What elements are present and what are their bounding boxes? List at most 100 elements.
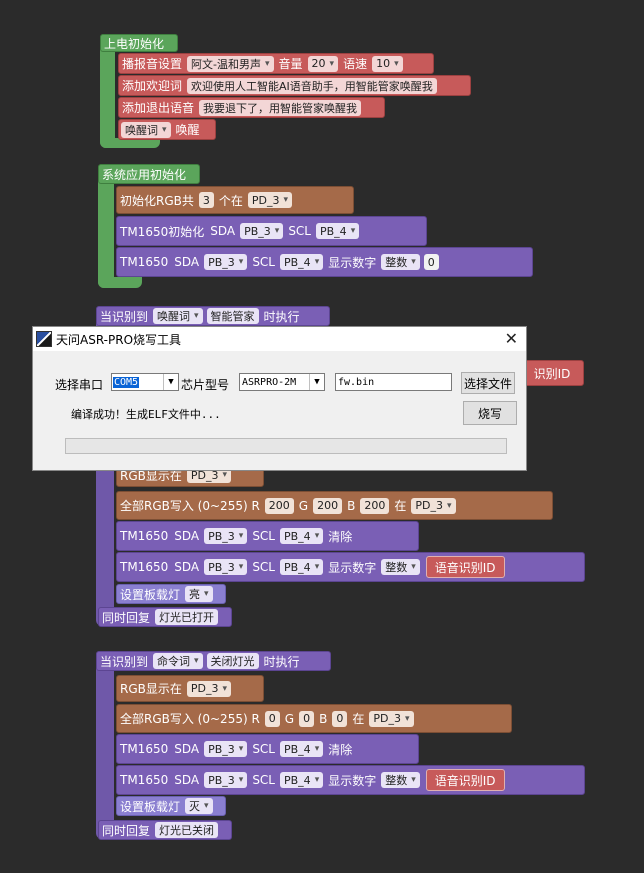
exit-voice-block[interactable]: 添加退出语音 我要退下了，用智能管家唤醒我 xyxy=(118,97,385,118)
sda-pin-dropdown[interactable]: PB_3 xyxy=(204,559,248,575)
power-on-init-hat[interactable]: 上电初始化 xyxy=(100,34,178,52)
r-field[interactable]: 0 xyxy=(264,710,280,727)
volume-dropdown[interactable]: 20 xyxy=(307,55,339,72)
hat-label: 上电初始化 xyxy=(104,36,165,51)
b-field[interactable]: 0 xyxy=(332,710,348,727)
sda-pin-dropdown[interactable]: PB_3 xyxy=(204,741,248,757)
wake-word-field[interactable]: 智能管家 xyxy=(206,308,259,324)
format-dropdown[interactable]: 整数 xyxy=(381,559,420,575)
tm1650-display-block[interactable]: TM1650 SDA PB_3 SCL PB_4 显示数字 整数 0 xyxy=(116,247,533,277)
port-select[interactable]: COM5 ▼ xyxy=(111,373,179,391)
burn-button[interactable]: 烧写 xyxy=(463,401,517,425)
volume-label: 音量 xyxy=(278,57,303,71)
progress-bar xyxy=(65,438,507,454)
g-field[interactable]: 0 xyxy=(299,710,315,727)
scl-label: SCL xyxy=(252,742,275,756)
hat-label: 系统应用初始化 xyxy=(102,167,187,182)
speed-dropdown[interactable]: 10 xyxy=(372,55,403,72)
voice-settings-block[interactable]: 播报音设置 阿文-温和男声 音量 20 语速 10 xyxy=(118,53,434,74)
chevron-down-icon[interactable]: ▼ xyxy=(309,374,324,390)
block-label: 同时回复 xyxy=(102,823,151,838)
scl-pin-dropdown[interactable]: PB_4 xyxy=(280,772,324,788)
tm1650-show-id-block[interactable]: TM1650 SDA PB_3 SCL PB_4 显示数字 整数 语音识别ID xyxy=(116,765,585,795)
rgb-count-field[interactable]: 3 xyxy=(198,192,214,208)
sda-label: SDA xyxy=(210,224,236,238)
recognition-id-slot[interactable]: 识别ID xyxy=(520,360,584,386)
reply-block[interactable]: 同时回复 灯光已关闭 xyxy=(98,820,232,840)
app-icon xyxy=(36,331,52,347)
welcome-block[interactable]: 添加欢迎词 欢迎使用人工智能AI语音助手，用智能管家唤醒我 xyxy=(118,75,471,96)
rgb-show-block[interactable]: RGB显示在 PD_3 xyxy=(116,675,264,702)
exit-text-field[interactable]: 我要退下了，用智能管家唤醒我 xyxy=(199,99,362,116)
format-dropdown[interactable]: 整数 xyxy=(381,254,420,270)
word-kind-dropdown[interactable]: 唤醒词 xyxy=(153,308,203,324)
dialog-titlebar[interactable]: 天问ASR-PRO烧写工具 ✕ xyxy=(33,327,526,351)
display-value-field[interactable]: 0 xyxy=(423,254,439,270)
chip-select[interactable]: ASRPRO-2M ▼ xyxy=(239,373,325,391)
tm1650-clear-block[interactable]: TM1650 SDA PB_3 SCL PB_4 清除 xyxy=(116,521,419,551)
hat-label: 当识别到 xyxy=(100,654,149,669)
block-label: RGB显示在 xyxy=(120,682,182,696)
chip-label: 芯片型号 xyxy=(181,378,230,392)
wake-text: 唤醒 xyxy=(175,123,200,137)
block-label: 全部RGB写入 (0~255) R xyxy=(120,712,260,726)
tm1650-clear-block[interactable]: TM1650 SDA PB_3 SCL PB_4 清除 xyxy=(116,734,419,764)
close-icon[interactable]: ✕ xyxy=(505,329,518,348)
scl-label: SCL xyxy=(252,560,275,574)
chevron-down-icon[interactable]: ▼ xyxy=(163,374,178,390)
voice-dropdown[interactable]: 阿文-温和男声 xyxy=(187,55,274,72)
slot-label: 识别ID xyxy=(533,366,571,381)
onboard-led-block[interactable]: 设置板载灯 灭 xyxy=(116,796,226,816)
init-rgb-block[interactable]: 初始化RGB共 3 个在 PD_3 xyxy=(116,186,354,214)
rgb-write-all-block[interactable]: 全部RGB写入 (0~255) R 0 G 0 B 0 在 PD_3 xyxy=(116,704,512,733)
port-value: COM5 xyxy=(113,376,140,388)
g-field[interactable]: 200 xyxy=(313,497,343,514)
sda-label: SDA xyxy=(174,773,200,787)
b-field[interactable]: 200 xyxy=(360,497,390,514)
led-state-dropdown[interactable]: 灭 xyxy=(185,798,213,814)
pin-dropdown[interactable]: PD_3 xyxy=(186,680,232,697)
show-number-label: 显示数字 xyxy=(328,560,377,575)
scl-pin-dropdown[interactable]: PB_4 xyxy=(280,559,324,575)
format-dropdown[interactable]: 整数 xyxy=(381,772,420,788)
onboard-led-block[interactable]: 设置板载灯 亮 xyxy=(116,584,226,604)
pin-dropdown[interactable]: PD_3 xyxy=(247,192,293,208)
welcome-text-field[interactable]: 欢迎使用人工智能AI语音助手，用智能管家唤醒我 xyxy=(187,77,437,94)
led-state-dropdown[interactable]: 亮 xyxy=(185,586,213,602)
pin-dropdown[interactable]: PD_3 xyxy=(369,710,414,727)
pin-dropdown[interactable]: PD_3 xyxy=(411,497,456,514)
word-kind-dropdown[interactable]: 命令词 xyxy=(153,653,203,669)
scl-pin-dropdown[interactable]: PB_4 xyxy=(316,223,360,239)
r-field[interactable]: 200 xyxy=(264,497,294,514)
tm1650-show-id-block[interactable]: TM1650 SDA PB_3 SCL PB_4 显示数字 整数 语音识别ID xyxy=(116,552,585,582)
word-type-dropdown[interactable]: 唤醒词 xyxy=(121,121,171,138)
sda-label: SDA xyxy=(174,560,200,574)
scl-pin-dropdown[interactable]: PB_4 xyxy=(280,528,324,544)
speed-label: 语速 xyxy=(343,57,368,71)
sda-pin-dropdown[interactable]: PB_3 xyxy=(240,223,284,239)
scl-pin-dropdown[interactable]: PB_4 xyxy=(280,254,324,270)
voice-recognition-id-slot[interactable]: 语音识别ID xyxy=(425,556,505,578)
reply-block[interactable]: 同时回复 灯光已打开 xyxy=(98,607,232,627)
rgb-write-all-block[interactable]: 全部RGB写入 (0~255) R 200 G 200 B 200 在 PD_3 xyxy=(116,491,553,520)
command-word-field[interactable]: 关闭灯光 xyxy=(206,653,259,669)
on-recognize-command-hat[interactable]: 当识别到 命令词 关闭灯光 时执行 xyxy=(96,651,331,671)
tm1650-init-block[interactable]: TM1650初始化 SDA PB_3 SCL PB_4 xyxy=(116,216,427,246)
wake-word-block[interactable]: 唤醒词 唤醒 xyxy=(118,119,216,140)
block-label: 添加欢迎词 xyxy=(122,79,183,93)
system-init-hat[interactable]: 系统应用初始化 xyxy=(98,164,200,184)
on-recognize-wake-hat[interactable]: 当识别到 唤醒词 智能管家 时执行 xyxy=(96,306,330,326)
reply-text-field[interactable]: 灯光已打开 xyxy=(155,609,219,625)
sda-pin-dropdown[interactable]: PB_3 xyxy=(204,772,248,788)
select-file-button[interactable]: 选择文件 xyxy=(461,372,515,394)
show-number-label: 显示数字 xyxy=(328,255,377,270)
sda-pin-dropdown[interactable]: PB_3 xyxy=(204,528,248,544)
file-path-input[interactable]: fw.bin xyxy=(335,373,452,391)
sda-pin-dropdown[interactable]: PB_3 xyxy=(204,254,248,270)
scl-pin-dropdown[interactable]: PB_4 xyxy=(280,741,324,757)
voice-recognition-id-slot[interactable]: 语音识别ID xyxy=(425,769,505,791)
block-label: 添加退出语音 xyxy=(122,101,195,115)
clear-label: 清除 xyxy=(328,529,353,544)
block-label: 播报音设置 xyxy=(122,57,183,71)
reply-text-field[interactable]: 灯光已关闭 xyxy=(155,822,219,838)
